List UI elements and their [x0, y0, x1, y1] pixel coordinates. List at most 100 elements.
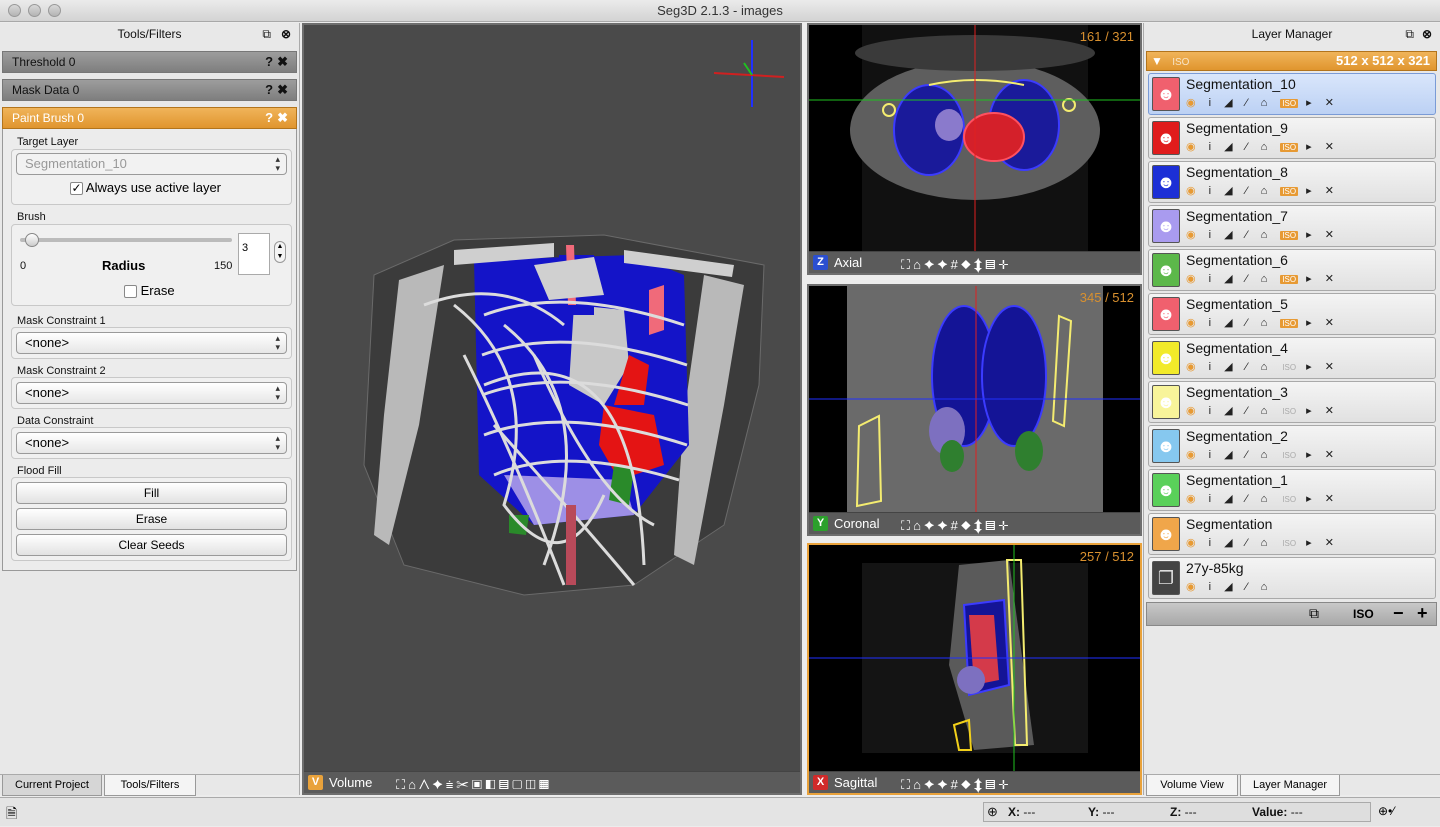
layer-name[interactable]: Segmentation_4: [1186, 340, 1288, 356]
radius-value-input[interactable]: 3: [238, 233, 270, 275]
layer-row[interactable]: ☻ Segmentation_3 ◉ i ◢ ⁄ ⌂ ISO ▸ ✕: [1148, 381, 1436, 423]
volume-viewer[interactable]: V Volume ⛶⌂⋀✦⩧✂▣◧▤▢◫▦: [302, 23, 802, 795]
axial-toolbar-icons[interactable]: ⛶⌂✦✦#◆⬍▤✛: [901, 254, 1011, 275]
tab-current-project[interactable]: Current Project: [2, 775, 102, 796]
mask-color-icon[interactable]: ☻: [1152, 165, 1180, 199]
coordinate-mode-icon[interactable]: ⊕•⁄: [1378, 804, 1394, 818]
help-close-icons[interactable]: ?✖: [265, 52, 292, 72]
close-panel-icon[interactable]: ⊗: [1422, 23, 1432, 45]
radius-slider-track[interactable]: [20, 238, 232, 242]
tool-paint-brush-header[interactable]: Paint Brush 0 ?✖: [2, 107, 297, 129]
layer-action-icons[interactable]: ◉ i ◢ ⁄ ⌂ ISO ▸ ✕: [1186, 492, 1339, 505]
axial-viewer[interactable]: 161 / 321 Z Axial ⛶⌂✦✦#◆⬍▤✛: [807, 23, 1142, 275]
layer-name[interactable]: Segmentation_2: [1186, 428, 1288, 444]
tool-mask-data-header[interactable]: Mask Data 0 ?✖: [2, 79, 297, 101]
mask-color-icon[interactable]: ☻: [1152, 341, 1180, 375]
close-window-button[interactable]: [8, 4, 21, 17]
layer-name[interactable]: Segmentation_3: [1186, 384, 1288, 400]
layer-action-icons[interactable]: ◉ i ◢ ⁄ ⌂ ISO ▸ ✕: [1186, 96, 1339, 109]
float-panel-icon[interactable]: ⧉: [1405, 23, 1414, 45]
layer-action-icons[interactable]: ◉ i ◢ ⁄ ⌂: [1186, 580, 1272, 593]
mask-color-icon[interactable]: ☻: [1152, 297, 1180, 331]
layer-group-icon[interactable]: ⧉: [1309, 605, 1319, 622]
float-panel-icon[interactable]: ⧉: [262, 23, 271, 45]
coronal-view-label[interactable]: Coronal: [834, 516, 880, 531]
layer-action-icons[interactable]: ◉ i ◢ ⁄ ⌂ ISO ▸ ✕: [1186, 360, 1339, 373]
layer-name[interactable]: Segmentation_9: [1186, 120, 1288, 136]
mask-color-icon[interactable]: ☻: [1152, 517, 1180, 551]
layer-name[interactable]: Segmentation_8: [1186, 164, 1288, 180]
add-layer-button[interactable]: +: [1417, 603, 1428, 624]
mask-color-icon[interactable]: ☻: [1152, 77, 1180, 111]
mask-constraint-2-select[interactable]: <none> ▴ ▾: [16, 382, 287, 404]
tool-threshold-header[interactable]: Threshold 0 ?✖: [2, 51, 297, 73]
layer-group-header[interactable]: ▼ ISO 512 x 512 x 321: [1146, 51, 1437, 71]
layer-action-icons[interactable]: ◉ i ◢ ⁄ ⌂ ISO ▸ ✕: [1186, 536, 1339, 549]
radius-slider-handle[interactable]: [25, 233, 39, 247]
layer-row[interactable]: ☻ Segmentation_2 ◉ i ◢ ⁄ ⌂ ISO ▸ ✕: [1148, 425, 1436, 467]
coronal-viewer[interactable]: 345 / 512 Y Coronal ⛶⌂✦✦#◆⬍▤✛: [807, 284, 1142, 536]
layer-row[interactable]: ☻ Segmentation_5 ◉ i ◢ ⁄ ⌂ ISO ▸ ✕: [1148, 293, 1436, 335]
erase-row[interactable]: Erase: [124, 283, 175, 299]
tab-volume-view[interactable]: Volume View: [1146, 775, 1238, 796]
layer-action-icons[interactable]: ◉ i ◢ ⁄ ⌂ ISO ▸ ✕: [1186, 228, 1339, 241]
volume-view-key[interactable]: V: [308, 775, 323, 790]
sagittal-viewer[interactable]: 257 / 512 X Sagittal ⛶⌂✦✦#◆⬍▤✛: [807, 543, 1142, 795]
layer-name[interactable]: Segmentation_1: [1186, 472, 1288, 488]
volume-view-label[interactable]: Volume: [329, 775, 372, 790]
erase-button[interactable]: Erase: [16, 508, 287, 530]
sagittal-view-label[interactable]: Sagittal: [834, 775, 877, 790]
axial-view-key[interactable]: Z: [813, 255, 828, 270]
coronal-toolbar-icons[interactable]: ⛶⌂✦✦#◆⬍▤✛: [901, 515, 1011, 536]
layer-action-icons[interactable]: ◉ i ◢ ⁄ ⌂ ISO ▸ ✕: [1186, 316, 1339, 329]
always-active-checkbox[interactable]: ✓: [70, 182, 83, 196]
clear-seeds-button[interactable]: Clear Seeds: [16, 534, 287, 556]
coronal-view-key[interactable]: Y: [813, 516, 828, 531]
layer-name[interactable]: Segmentation_5: [1186, 296, 1288, 312]
layer-name[interactable]: Segmentation: [1186, 516, 1272, 532]
mask-color-icon[interactable]: ☻: [1152, 429, 1180, 463]
layer-row[interactable]: ❐ 27y-85kg ◉ i ◢ ⁄ ⌂: [1148, 557, 1436, 599]
fill-button[interactable]: Fill: [16, 482, 287, 504]
tab-tools-filters[interactable]: Tools/Filters: [104, 775, 196, 796]
layer-name[interactable]: Segmentation_7: [1186, 208, 1288, 224]
help-close-icons[interactable]: ?✖: [265, 80, 292, 100]
always-active-row[interactable]: ✓ Always use active layer: [70, 180, 221, 196]
mask-constraint-1-select[interactable]: <none> ▴ ▾: [16, 332, 287, 354]
mask-color-icon[interactable]: ☻: [1152, 253, 1180, 287]
layer-name[interactable]: Segmentation_6: [1186, 252, 1288, 268]
remove-layer-button[interactable]: −: [1393, 603, 1404, 624]
data-layer-icon[interactable]: ❐: [1152, 561, 1180, 595]
layer-row[interactable]: ☻ Segmentation_7 ◉ i ◢ ⁄ ⌂ ISO ▸ ✕: [1148, 205, 1436, 247]
layer-row[interactable]: ☻ Segmentation_4 ◉ i ◢ ⁄ ⌂ ISO ▸ ✕: [1148, 337, 1436, 379]
layer-row[interactable]: ☻ Segmentation_9 ◉ i ◢ ⁄ ⌂ ISO ▸ ✕: [1148, 117, 1436, 159]
layer-row[interactable]: ☻ Segmentation_8 ◉ i ◢ ⁄ ⌂ ISO ▸ ✕: [1148, 161, 1436, 203]
sagittal-view-key[interactable]: X: [813, 775, 828, 790]
layer-action-icons[interactable]: ◉ i ◢ ⁄ ⌂ ISO ▸ ✕: [1186, 140, 1339, 153]
data-constraint-select[interactable]: <none> ▴ ▾: [16, 432, 287, 454]
minimize-window-button[interactable]: [28, 4, 41, 17]
close-panel-icon[interactable]: ⊗: [281, 23, 291, 45]
layer-row[interactable]: ☻ Segmentation_6 ◉ i ◢ ⁄ ⌂ ISO ▸ ✕: [1148, 249, 1436, 291]
mask-color-icon[interactable]: ☻: [1152, 385, 1180, 419]
layer-row[interactable]: ☻ Segmentation_1 ◉ i ◢ ⁄ ⌂ ISO ▸ ✕: [1148, 469, 1436, 511]
log-icon[interactable]: 🗎: [6, 803, 17, 827]
zoom-window-button[interactable]: [48, 4, 61, 17]
axial-view-label[interactable]: Axial: [834, 255, 862, 270]
mask-color-icon[interactable]: ☻: [1152, 473, 1180, 507]
radius-stepper[interactable]: ▲ ▼: [274, 241, 286, 263]
tab-layer-manager[interactable]: Layer Manager: [1240, 775, 1340, 796]
layer-action-icons[interactable]: ◉ i ◢ ⁄ ⌂ ISO ▸ ✕: [1186, 184, 1339, 197]
layer-action-icons[interactable]: ◉ i ◢ ⁄ ⌂ ISO ▸ ✕: [1186, 448, 1339, 461]
mask-color-icon[interactable]: ☻: [1152, 209, 1180, 243]
volume-toolbar-icons[interactable]: ⛶⌂⋀✦⩧✂▣◧▤▢◫▦: [396, 774, 552, 795]
layer-action-icons[interactable]: ◉ i ◢ ⁄ ⌂ ISO ▸ ✕: [1186, 272, 1339, 285]
mask-color-icon[interactable]: ☻: [1152, 121, 1180, 155]
footer-iso-button[interactable]: ISO: [1353, 607, 1374, 621]
target-layer-select[interactable]: Segmentation_10 ▴ ▾: [16, 153, 287, 175]
erase-checkbox[interactable]: [124, 285, 137, 299]
sagittal-toolbar-icons[interactable]: ⛶⌂✦✦#◆⬍▤✛: [901, 774, 1011, 795]
help-close-icons[interactable]: ?✖: [265, 108, 292, 128]
layer-name[interactable]: Segmentation_10: [1186, 76, 1296, 92]
layer-action-icons[interactable]: ◉ i ◢ ⁄ ⌂ ISO ▸ ✕: [1186, 404, 1339, 417]
